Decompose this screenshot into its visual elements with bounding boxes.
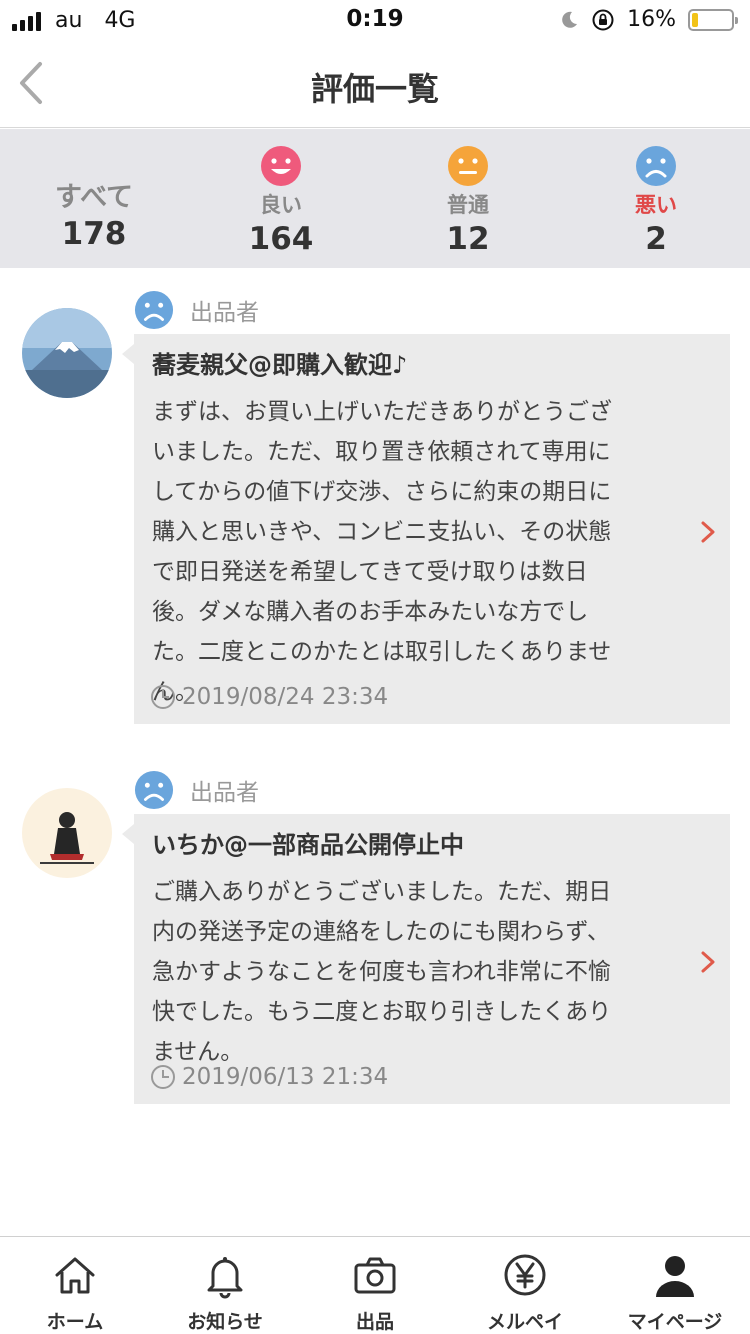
chevron-right-icon[interactable] [700, 950, 716, 974]
tab-count: 12 [446, 221, 490, 257]
tab-label: 良い [260, 193, 302, 217]
rating-tabs: すべて 178 良い 164 普通 12 悪い 2 [0, 129, 750, 397]
battery-icon [688, 8, 738, 31]
battery-percent: 16% [627, 7, 676, 32]
role-row: 出品者 [134, 290, 259, 330]
tab-count: 178 [61, 216, 127, 252]
review-bubble[interactable]: いちか@一部商品公開停止中 ご購入ありがとうございました。ただ、期日 内の発送予… [122, 814, 730, 1104]
person-avatar-image [22, 788, 112, 878]
chevron-right-icon[interactable] [700, 520, 716, 544]
page-title: 評価一覧 [310, 70, 439, 108]
tab-count: 2 [645, 221, 667, 257]
happy-face-icon [261, 146, 301, 186]
bell-icon [207, 1257, 243, 1299]
review-date: 2019/08/24 23:34 [182, 684, 389, 710]
orientation-lock-icon [592, 9, 614, 30]
review-date-row: 2019/06/13 21:34 [150, 1064, 388, 1090]
tab-label: 普通 [447, 193, 489, 217]
reviewer-role: 出品者 [190, 300, 259, 326]
reviewer-role: 出品者 [190, 780, 259, 806]
tabbar-label: ホーム [46, 1311, 104, 1333]
tab-normal[interactable]: 普通 12 [398, 129, 538, 268]
camera-icon [354, 1257, 396, 1294]
role-row: 出品者 [134, 770, 259, 810]
review-date-row: 2019/08/24 23:34 [150, 684, 388, 710]
review-comment: まずは、お買い上げいただきありがとうござ いました。ただ、取り置き依頼されて専用… [152, 399, 612, 705]
tab-good[interactable]: 良い 164 [211, 129, 351, 268]
review-comment: ご購入ありがとうございました。ただ、期日 内の発送予定の連絡をしたのにも関わらず… [152, 879, 612, 1065]
home-icon [55, 1257, 95, 1294]
sad-face-icon [134, 290, 174, 330]
tab-bad[interactable]: 悪い 2 [586, 129, 726, 268]
tabbar-notifications[interactable]: お知らせ [150, 1251, 300, 1334]
tabbar-mypage[interactable]: マイページ [600, 1251, 750, 1334]
mountain-avatar-image [22, 308, 112, 398]
neutral-face-icon [448, 146, 488, 186]
avatar[interactable] [22, 308, 112, 398]
reviewer-name: 蕎麦親父@即購入歓迎♪ [152, 351, 408, 379]
tabbar-label: マイページ [627, 1311, 723, 1333]
review-date: 2019/06/13 21:34 [182, 1064, 389, 1090]
review-bubble[interactable]: 蕎麦親父@即購入歓迎♪ まずは、お買い上げいただきありがとうござ いました。ただ… [122, 334, 730, 724]
yen-icon [504, 1254, 546, 1296]
clock-icon [151, 1065, 175, 1089]
tabbar-label: メルペイ [486, 1311, 563, 1333]
tabbar-label: 出品 [355, 1311, 394, 1333]
avatar[interactable] [22, 788, 112, 878]
moon-icon [562, 11, 578, 28]
person-icon [656, 1256, 694, 1297]
sad-face-icon [636, 146, 676, 186]
tab-count: 164 [248, 221, 314, 257]
tabbar-label: お知らせ [187, 1311, 263, 1333]
tabbar-merpay[interactable]: メルペイ [450, 1251, 600, 1334]
bottom-tab-bar: ホーム お知らせ 出品 メルペイ マイページ [0, 1236, 750, 1334]
reviewer-name: いちか@一部商品公開停止中 [152, 831, 464, 859]
status-right: 16% [559, 7, 738, 32]
tab-label: すべて [54, 182, 134, 213]
status-bar: au 4G 0:19 16% [0, 0, 750, 40]
tabbar-sell[interactable]: 出品 [300, 1251, 450, 1334]
tab-label: 悪い [635, 193, 677, 217]
tab-all[interactable]: すべて 178 [24, 129, 164, 268]
sad-face-icon [134, 770, 174, 810]
nav-bar: 評価一覧 [0, 40, 750, 128]
tabbar-home[interactable]: ホーム [0, 1251, 150, 1334]
clock-icon [151, 685, 175, 709]
